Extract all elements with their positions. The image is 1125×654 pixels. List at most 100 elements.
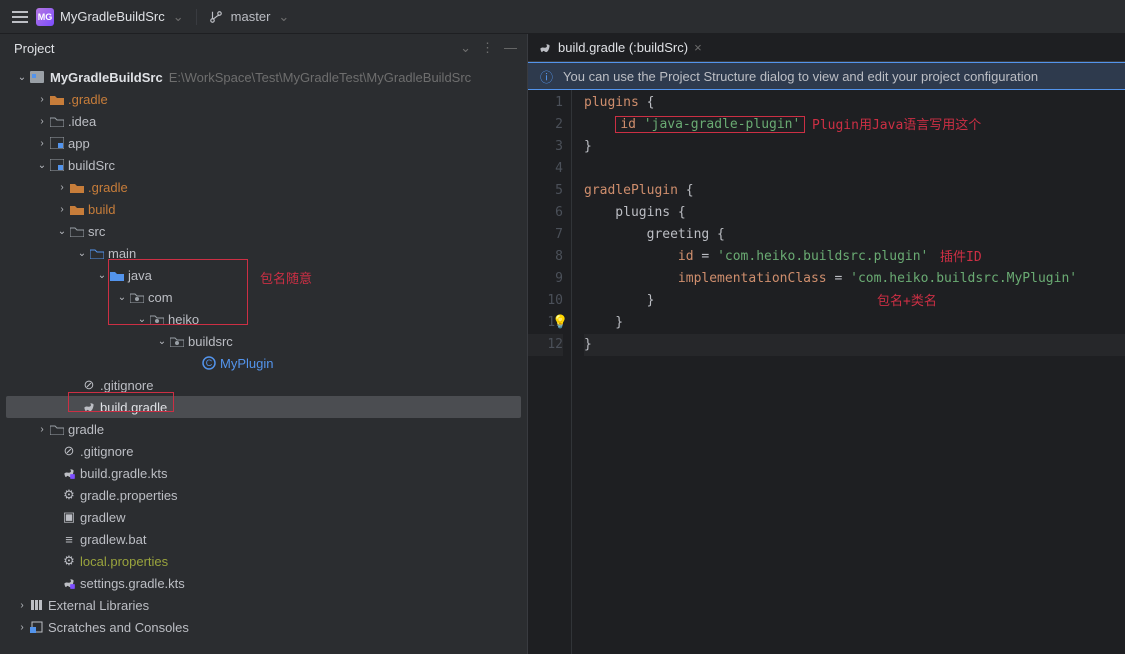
tab-label: build.gradle (:buildSrc) — [558, 40, 688, 55]
project-tree: ⌄ MyGradleBuildSrc E:\WorkSpace\Test\MyG… — [0, 62, 527, 654]
editor-tab[interactable]: build.gradle (:buildSrc) × — [538, 40, 702, 55]
folder-icon — [68, 182, 86, 193]
chevron-down-icon[interactable]: ⌄ — [173, 9, 184, 25]
tree-label: .gitignore — [80, 444, 133, 459]
tree-label: gradle.properties — [80, 488, 178, 503]
source-folder-icon — [88, 248, 106, 259]
annotation-box — [68, 392, 174, 412]
tree-item[interactable]: › ⚙ gradle.properties — [0, 484, 527, 506]
tree-label: buildSrc — [68, 158, 115, 173]
tree-item[interactable]: › .gradle — [0, 176, 527, 198]
annotation-text: 插件ID — [940, 246, 982, 265]
main-menu-button[interactable] — [12, 11, 28, 23]
tree-item[interactable]: › Scratches and Consoles — [0, 616, 527, 638]
project-selector[interactable]: MyGradleBuildSrc — [60, 9, 165, 24]
tree-label: .idea — [68, 114, 96, 129]
tree-label: src — [88, 224, 105, 239]
svg-text:C: C — [206, 358, 213, 368]
branch-name[interactable]: master — [231, 9, 271, 24]
chevron-down-icon[interactable]: ⌄ — [76, 248, 88, 259]
tree-item[interactable]: ⌄ src — [0, 220, 527, 242]
divider — [196, 9, 197, 25]
gear-icon: ⚙ — [60, 553, 78, 569]
chevron-down-icon[interactable]: ⌄ — [460, 40, 471, 56]
tree-item[interactable]: › ⊘ .gitignore — [0, 440, 527, 462]
chevron-down-icon[interactable]: ⌄ — [96, 270, 108, 281]
chevron-right-icon[interactable]: › — [36, 424, 48, 435]
tree-item[interactable]: ⌄ buildsrc — [0, 330, 527, 352]
bulb-icon[interactable]: 💡 — [552, 312, 568, 334]
tree-item[interactable]: › ≡ gradlew.bat — [0, 528, 527, 550]
folder-icon — [48, 116, 66, 127]
chevron-right-icon[interactable]: › — [56, 182, 68, 193]
tree-item[interactable]: ⌄ heiko — [0, 308, 527, 330]
chevron-right-icon[interactable]: › — [36, 138, 48, 149]
chevron-right-icon[interactable]: › — [36, 94, 48, 105]
tree-item[interactable]: › ▣ gradlew — [0, 506, 527, 528]
folder-icon — [48, 424, 66, 435]
tree-item[interactable]: › build — [0, 198, 527, 220]
tree-label: buildsrc — [188, 334, 233, 349]
tree-label: External Libraries — [48, 598, 149, 613]
chevron-down-icon[interactable]: ⌄ — [156, 336, 168, 347]
tree-label: .gitignore — [100, 378, 153, 393]
package-icon — [168, 336, 186, 347]
code-area[interactable]: plugins { id 'java-gradle-plugin' } grad… — [572, 90, 1125, 654]
tree-root[interactable]: ⌄ MyGradleBuildSrc E:\WorkSpace\Test\MyG… — [0, 66, 527, 88]
folder-icon — [48, 94, 66, 105]
tree-item[interactable]: ⌄ com — [0, 286, 527, 308]
tree-item[interactable]: › settings.gradle.kts — [0, 572, 527, 594]
tree-item[interactable]: › .gradle — [0, 88, 527, 110]
chevron-right-icon[interactable]: › — [16, 600, 28, 611]
editor-tabs: build.gradle (:buildSrc) × — [528, 34, 1125, 62]
tree-item[interactable]: › .idea — [0, 110, 527, 132]
tree-label: MyPlugin — [220, 356, 273, 371]
module-icon — [48, 137, 66, 149]
hide-icon[interactable]: — — [504, 40, 517, 56]
gutter: 1 2 3 4 5 6 7 8 9 10 11 12 — [528, 90, 572, 654]
chevron-down-icon[interactable]: ⌄ — [16, 72, 28, 83]
annotation-text: 包名+类名 — [877, 290, 937, 309]
branch-icon — [209, 10, 223, 24]
tree-item[interactable]: › C MyPlugin — [0, 352, 527, 374]
tree-item[interactable]: › External Libraries — [0, 594, 527, 616]
close-icon[interactable]: × — [694, 40, 702, 55]
tree-label: MyGradleBuildSrc — [50, 70, 163, 85]
tree-item[interactable]: › build.gradle.kts — [0, 462, 527, 484]
chevron-down-icon[interactable]: ⌄ — [36, 160, 48, 171]
tree-label: app — [68, 136, 90, 151]
tree-item[interactable]: › app — [0, 132, 527, 154]
module-icon — [48, 159, 66, 171]
chevron-down-icon[interactable]: ⌄ — [56, 226, 68, 237]
project-icon — [28, 71, 46, 83]
tree-item[interactable]: › gradle — [0, 418, 527, 440]
more-icon[interactable]: ⋮ — [481, 40, 494, 56]
tree-label: Scratches and Consoles — [48, 620, 189, 635]
tree-item[interactable]: › ⚙ local.properties — [0, 550, 527, 572]
annotation-text: Plugin用Java语言写用这个 — [812, 114, 981, 133]
tree-label: gradlew — [80, 510, 126, 525]
tree-item[interactable]: ⌄ main — [0, 242, 527, 264]
editor-panel: build.gradle (:buildSrc) × ⓘ You can use… — [527, 34, 1125, 654]
code-editor[interactable]: 1 2 3 4 5 6 7 8 9 10 11 12 plugins { id … — [528, 90, 1125, 654]
tree-path: E:\WorkSpace\Test\MyGradleTest\MyGradleB… — [169, 70, 471, 85]
info-banner[interactable]: ⓘ You can use the Project Structure dial… — [528, 62, 1125, 90]
folder-icon — [68, 204, 86, 215]
tree-label: build — [88, 202, 115, 217]
gradle-kts-icon — [60, 466, 78, 480]
chevron-right-icon[interactable]: › — [56, 204, 68, 215]
project-panel: Project ⌄ ⋮ — ⌄ MyGradleBuildSrc E:\Work… — [0, 34, 527, 654]
chevron-right-icon[interactable]: › — [16, 622, 28, 633]
chevron-down-icon[interactable]: ⌄ — [278, 9, 289, 25]
panel-title: Project — [14, 41, 54, 56]
gear-icon: ⚙ — [60, 487, 78, 503]
tree-label: gradlew.bat — [80, 532, 147, 547]
tree-label: build.gradle.kts — [80, 466, 167, 481]
tree-label: local.properties — [80, 554, 168, 569]
library-icon — [28, 599, 46, 611]
tree-item[interactable]: ⌄ buildSrc — [0, 154, 527, 176]
chevron-right-icon[interactable]: › — [36, 116, 48, 127]
folder-icon — [68, 226, 86, 237]
tree-label: .gradle — [68, 92, 108, 107]
scratch-icon — [28, 621, 46, 633]
